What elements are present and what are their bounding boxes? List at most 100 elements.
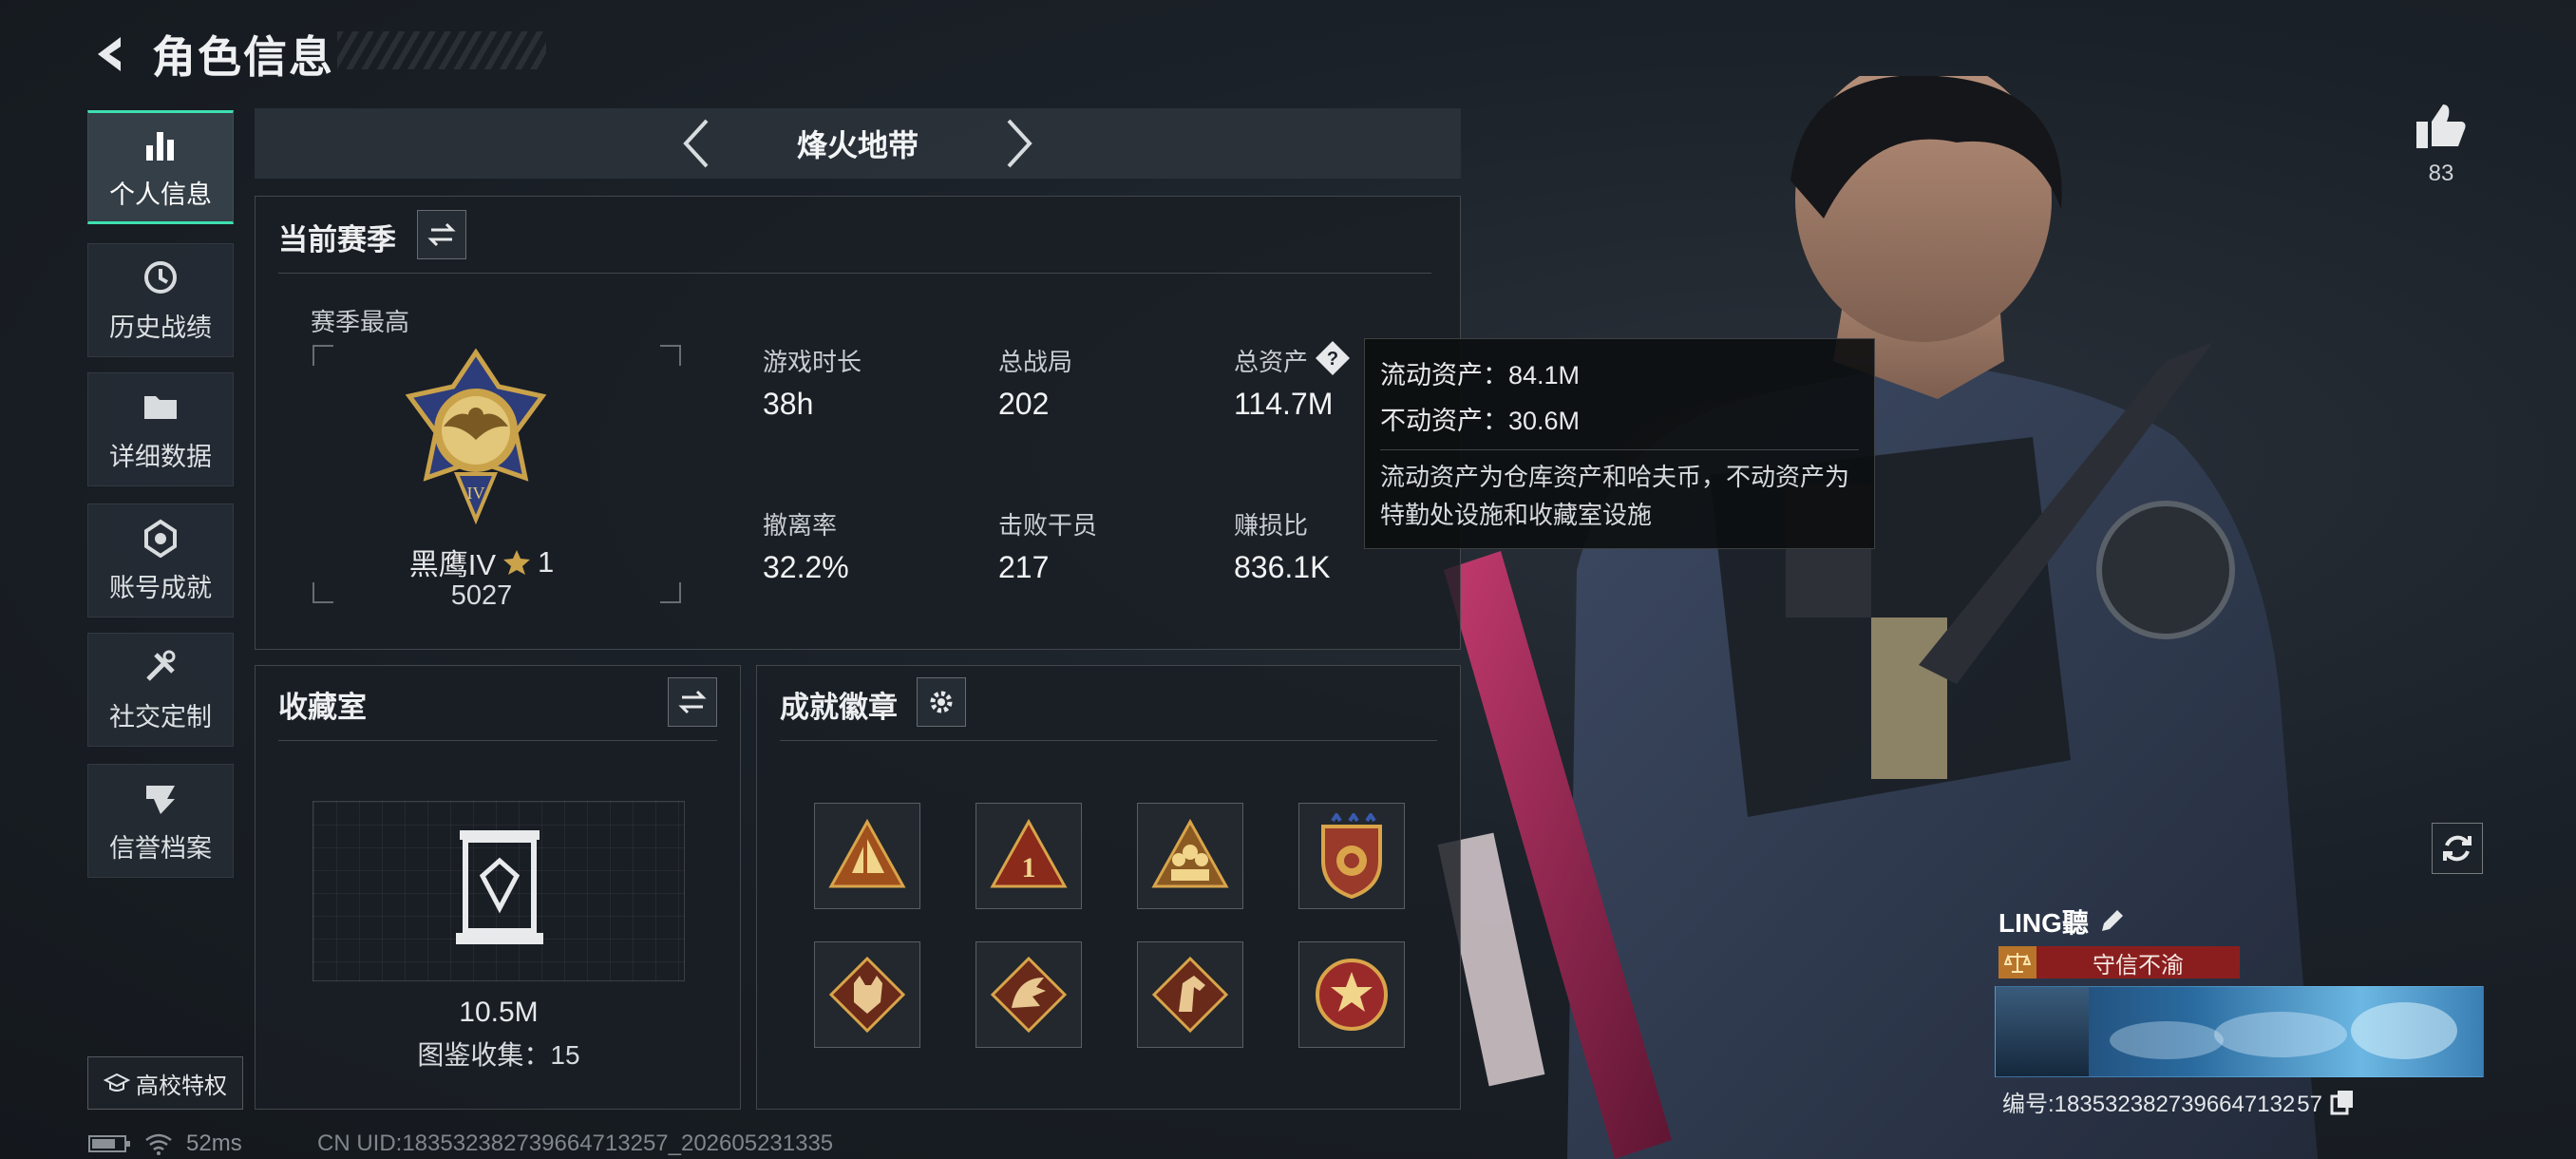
squad-badge-icon [1151,818,1229,888]
refresh-icon [2443,835,2472,862]
collection-preview [313,801,685,981]
edit-icon[interactable] [2098,908,2125,935]
thumbs-up-icon [2416,104,2466,148]
sidebar-item-label: 信誉档案 [109,833,212,863]
player-id: 编号:1835323827396647132 57 [2002,1092,2322,1117]
collection-swap-button[interactable] [668,677,717,727]
like-count: 83 [2428,161,2454,186]
stat-value-matches: 202 [998,387,1050,421]
banner-art [2110,1002,2457,1059]
stat-label-matches: 总战局 [998,348,1073,376]
rank-stars: 1 [538,544,555,579]
player-name: LING聽 [1998,908,2089,938]
achievement-icon [144,519,177,558]
tooltip-fixed-assets: 不动资产：30.6M [1380,407,1581,435]
header: 角色信息 [87,21,334,87]
divider [278,273,1431,274]
tooltip-liquid-assets: 流动资产：84.1M [1380,361,1581,390]
stat-value-profit-ratio: 836.1K [1234,550,1331,584]
rank-points: 5027 [450,580,513,611]
rank-eagle-emblem-icon: IV [405,349,547,525]
frame-corner [313,345,333,366]
sidebar-item-details[interactable]: 详细数据 [87,372,234,486]
tooltip-description: 流动资产为仓库资产和哈夫币，不动资产为特勤处设施和收藏室设施 [1380,463,1850,529]
divider [780,740,1437,741]
mode-prev-button[interactable] [677,115,715,172]
collection-panel[interactable]: 收藏室 10.5M 图鉴收集：15 [255,665,741,1110]
wolf-badge-icon [828,956,906,1034]
season-swap-button[interactable] [417,210,466,259]
history-icon [144,260,177,294]
folder-icon [144,395,177,419]
ping-text: 52ms [186,1130,242,1156]
divider [1380,449,1859,450]
badge-slot[interactable]: 1 [975,803,1082,909]
sidebar-item-label: 社交定制 [109,702,212,732]
badge-slot[interactable] [814,941,920,1048]
stat-value-kills: 217 [998,550,1050,584]
stat-label-extract-rate: 撤离率 [763,511,838,540]
chevron-right-icon [1007,119,1032,168]
sidebar-item-label: 账号成就 [109,573,212,602]
svg-text:?: ? [1327,349,1338,370]
sidebar-item-personal-info[interactable]: 个人信息 [87,110,234,224]
avatar [1996,987,2089,1076]
frame-corner [313,582,333,603]
badges-title: 成就徽章 [780,691,898,724]
gear-icon [930,691,953,713]
player-banner [1995,986,2484,1077]
copy-icon[interactable] [2330,1089,2355,1115]
sidebar-item-social[interactable]: 社交定制 [87,633,234,747]
sidebar-item-achievements[interactable]: 账号成就 [87,504,234,618]
refresh-button[interactable] [2432,823,2483,874]
mode-selector: 烽火地带 [255,108,1461,179]
svg-text:IV: IV [467,484,485,503]
sidebar-item-label: 详细数据 [109,442,212,471]
assets-tooltip: 流动资产：84.1M 不动资产：30.6M 流动资产为仓库资产和哈夫币，不动资产… [1364,338,1875,549]
stat-label-total-assets: 总资产 [1234,348,1309,376]
sidebar-item-history[interactable]: 历史战绩 [87,243,234,357]
status-bar: 52ms [87,1130,242,1157]
sidebar-item-label: 个人信息 [109,180,212,209]
scales-icon [1998,946,2036,978]
badge-slot[interactable] [1137,941,1243,1048]
stat-value-playtime: 38h [763,387,814,421]
mode-next-button[interactable] [1000,115,1038,172]
shield-star-badge-icon [1321,813,1382,899]
frame-corner [660,582,681,603]
rank-name: 黑鹰IV [408,548,497,581]
badges-panel: 成就徽章 1 [756,665,1461,1110]
badges-settings-button[interactable] [917,677,966,727]
horse-badge-icon [1151,956,1229,1034]
swap-icon [427,222,456,247]
badge-slot[interactable] [1298,803,1405,909]
badge-slot[interactable] [814,803,920,909]
badge-slot[interactable] [1137,803,1243,909]
help-icon: ? [1316,341,1350,375]
star-icon [503,549,531,575]
stat-label-profit-ratio: 赚损比 [1234,511,1309,540]
reputation-text: 守信不渝 [2093,952,2184,978]
stat-label-playtime: 游戏时长 [763,348,862,376]
frame-corner [660,345,681,366]
sidebar-item-reputation[interactable]: 信誉档案 [87,764,234,878]
bar-chart-icon [146,131,174,161]
badge-slot[interactable] [1298,941,1405,1048]
help-button[interactable]: ? [1314,339,1352,377]
display-case-icon [456,830,543,944]
shield-icon [146,785,175,814]
title-decoration [337,31,546,69]
badge-slot[interactable] [975,941,1082,1048]
chevron-left-icon [683,119,709,168]
collection-catalog: 图鉴收集：15 [417,1040,580,1070]
back-arrow-icon[interactable] [87,30,135,78]
like-button[interactable]: 83 [2413,103,2470,187]
rank-one-badge-icon: 1 [990,818,1068,888]
season-best-label: 赛季最高 [311,308,410,336]
battery-icon [88,1135,130,1152]
stat-value-total-assets: 114.7M [1234,387,1334,421]
tools-icon [146,650,176,681]
school-privilege-button[interactable]: 高校特权 [87,1056,243,1110]
collection-value: 10.5M [459,997,539,1028]
season-panel: 当前赛季 赛季最高 IV 黑鹰IV 1 5027 游戏时长 38h 总战局 20… [255,196,1461,650]
